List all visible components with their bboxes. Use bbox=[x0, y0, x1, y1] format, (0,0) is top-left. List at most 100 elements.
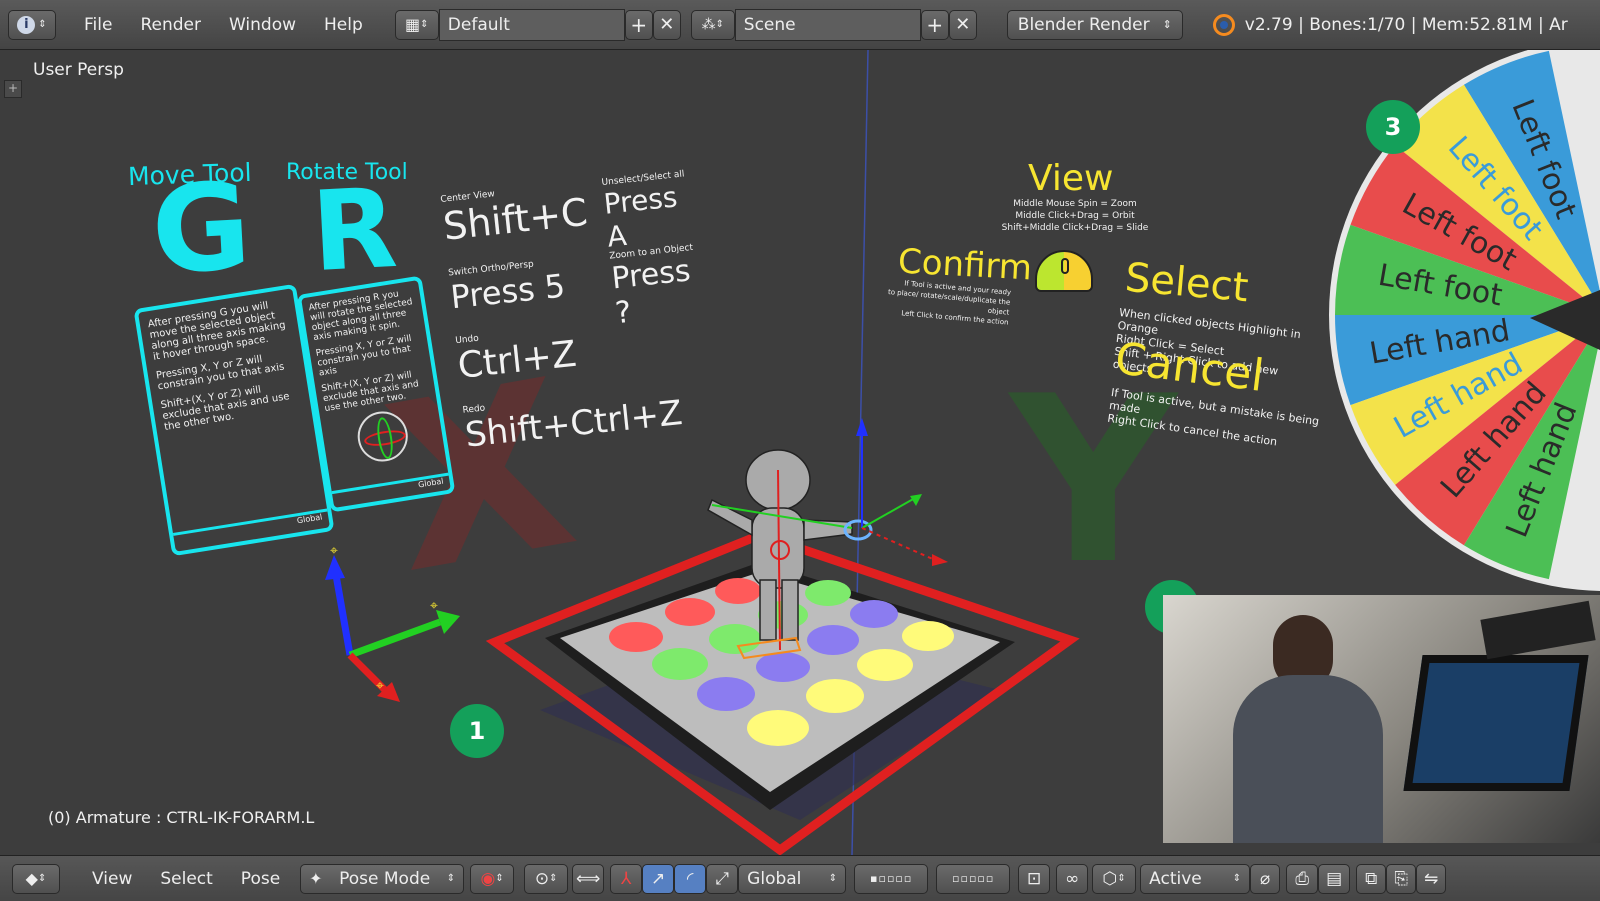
viewport-shading-dropdown[interactable]: ◉ ⇕ bbox=[470, 863, 515, 894]
render-engine-dropdown[interactable]: Blender Render ⇕ bbox=[1006, 9, 1183, 40]
delete-scene-button[interactable]: ✕ bbox=[948, 9, 977, 40]
view-instructions: Middle Mouse Spin = Zoom Middle Click+Dr… bbox=[1000, 198, 1150, 234]
copy-icon: ⧉ bbox=[1365, 868, 1378, 889]
scene-field[interactable]: Scene bbox=[734, 8, 921, 41]
3d-viewport[interactable]: User Persp + X Y ⌖ ⌖ ⌖ Left foot Left fo… bbox=[0, 50, 1600, 855]
view-title: View bbox=[1028, 158, 1114, 199]
menu-file[interactable]: File bbox=[84, 15, 112, 35]
snap-target-dropdown[interactable]: Active ⇕ bbox=[1140, 863, 1251, 894]
move-manipulator-button[interactable]: ↗ bbox=[642, 863, 675, 894]
pivot-icon: ⊙ bbox=[534, 868, 550, 889]
svg-text:⌖: ⌖ bbox=[430, 598, 438, 614]
add-layout-button[interactable]: + bbox=[624, 9, 653, 40]
paste-pose-button[interactable]: ⎘ bbox=[1386, 863, 1417, 894]
svg-text:⌖: ⌖ bbox=[330, 543, 338, 559]
shading-icon: ◉ bbox=[480, 868, 496, 889]
plus-icon: + bbox=[926, 12, 944, 37]
mode-label: Pose Mode bbox=[339, 868, 431, 889]
info-icon: i bbox=[17, 15, 36, 34]
lock-icon: ⊡ bbox=[1027, 868, 1042, 889]
mini-global-label: Global bbox=[296, 512, 323, 526]
view-line: Shift+Middle Click+Drag = Slide bbox=[1001, 223, 1149, 233]
layer-buttons-1[interactable]: ▪▫▫▫▫ bbox=[854, 863, 929, 894]
snap-target-label: Active bbox=[1149, 868, 1202, 889]
3d-view-header: ◆ ⇕ View Select Pose ✦ Pose Mode ⇕ ◉ ⇕ ⊙ ⇕ … bbox=[0, 855, 1600, 901]
person-silhouette bbox=[1233, 615, 1383, 843]
rotate-arc-icon: ◜ bbox=[686, 868, 694, 889]
step-badge-3: 3 bbox=[1366, 100, 1420, 154]
camera-icon: ⎙ bbox=[1295, 868, 1309, 889]
r-key-letter: R bbox=[308, 163, 400, 297]
info-header: i ⇕ File Render Window Help ▦ ⇕ Default +… bbox=[0, 0, 1600, 50]
delete-layout-button[interactable]: ✕ bbox=[652, 9, 681, 40]
axes-icon: ⅄ bbox=[620, 868, 632, 889]
scale-manipulator-button[interactable]: ⤢ bbox=[706, 863, 739, 894]
copy-pose-button[interactable]: ⧉ bbox=[1356, 863, 1387, 894]
layer-buttons-2[interactable]: ▫▫▫▫▫ bbox=[936, 863, 1011, 894]
updown-arrows-icon: ⇕ bbox=[1232, 873, 1242, 884]
paste-flipped-button[interactable]: ⇋ bbox=[1416, 863, 1447, 894]
link-icon: ∞ bbox=[1065, 868, 1080, 889]
step-badge-1: 1 bbox=[450, 704, 504, 758]
drawing-tablet-screen bbox=[1403, 655, 1589, 791]
transform-orientation-dropdown[interactable]: Global ⇕ bbox=[738, 863, 847, 894]
view-line: Middle Mouse Spin = Zoom bbox=[1013, 199, 1137, 209]
menu-select[interactable]: Select bbox=[160, 869, 212, 889]
scene-select-button[interactable]: ⁂ ⇕ bbox=[690, 9, 735, 40]
snap-toggle[interactable]: ⌀ bbox=[1250, 863, 1281, 894]
rotate-gizmo-icon bbox=[354, 407, 412, 466]
scene-stats: v2.79 | Bones:1/70 | Mem:52.81M | Ar bbox=[1244, 14, 1568, 35]
shortcut-list: Center View Shift+C Unselect/Select all … bbox=[440, 168, 726, 455]
layout-grid-icon: ▦ bbox=[405, 15, 421, 34]
layers-icon: ▪▫▫▫▫ bbox=[870, 872, 913, 885]
scene-icon: ⁂ bbox=[701, 16, 716, 33]
close-icon: ✕ bbox=[955, 14, 971, 35]
orientation-label: Global bbox=[747, 868, 802, 889]
menu-render[interactable]: Render bbox=[140, 15, 201, 35]
snap-element-dropdown[interactable]: ⬡ ⇕ bbox=[1092, 863, 1137, 894]
render-animation-button[interactable]: ▤ bbox=[1318, 863, 1351, 894]
manipulator-icon: ⟺ bbox=[575, 868, 601, 889]
paste-icon: ⎘ bbox=[1394, 868, 1408, 889]
screen-layout-button[interactable]: ▦ ⇕ bbox=[394, 9, 439, 40]
lock-camera-button[interactable]: ⊡ bbox=[1018, 863, 1051, 894]
flip-icon: ⇋ bbox=[1424, 868, 1439, 889]
menu-view[interactable]: View bbox=[92, 869, 132, 889]
screen-layout-name: Default bbox=[447, 14, 510, 35]
menu-window[interactable]: Window bbox=[229, 15, 296, 35]
proportional-edit-button[interactable]: ∞ bbox=[1056, 863, 1089, 894]
editor-type-button[interactable]: i ⇕ bbox=[8, 9, 56, 40]
rotate-manipulator-button[interactable]: ◜ bbox=[674, 863, 707, 894]
manipulator-toggle[interactable]: ⟺ bbox=[572, 863, 605, 894]
view-line: Middle Click+Drag = Orbit bbox=[1015, 211, 1135, 221]
scale-icon: ⤢ bbox=[715, 868, 729, 889]
updown-arrows-icon: ⇕ bbox=[446, 873, 456, 884]
keyboard bbox=[1480, 600, 1596, 660]
menu-help[interactable]: Help bbox=[324, 15, 363, 35]
pose-mode-icon: ✦ bbox=[309, 869, 323, 888]
updown-arrows-icon: ⇕ bbox=[38, 19, 47, 30]
updown-arrows-icon: ⇕ bbox=[828, 873, 838, 884]
webcam-feed bbox=[1163, 595, 1600, 843]
layers-icon: ▫▫▫▫▫ bbox=[952, 872, 995, 885]
screen-layout-field[interactable]: Default bbox=[438, 8, 625, 41]
render-image-button[interactable]: ⎙ bbox=[1286, 863, 1319, 894]
transform-gizmo[interactable] bbox=[856, 418, 948, 566]
magnet-icon: ⌀ bbox=[1260, 868, 1271, 889]
translate-manipulator-button[interactable]: ⅄ bbox=[610, 863, 643, 894]
scene-name: Scene bbox=[743, 14, 796, 35]
svg-text:⌖: ⌖ bbox=[376, 678, 384, 694]
snap-icon: ⬡ bbox=[1102, 868, 1118, 889]
arrow-icon: ↗ bbox=[651, 868, 666, 889]
mini-global-label-2: Global bbox=[417, 476, 445, 490]
editor-type-button-3d[interactable]: ◆ ⇕ bbox=[12, 863, 60, 894]
render-engine-label: Blender Render bbox=[1017, 14, 1150, 35]
g-key-letter: G bbox=[148, 157, 255, 302]
close-icon: ✕ bbox=[659, 14, 675, 35]
pivot-point-dropdown[interactable]: ⊙ ⇕ bbox=[524, 863, 569, 894]
updown-arrows-icon: ⇕ bbox=[1162, 18, 1172, 31]
shortcut-keys: Press ? bbox=[609, 253, 693, 332]
menu-pose[interactable]: Pose bbox=[241, 869, 280, 889]
add-scene-button[interactable]: + bbox=[920, 9, 949, 40]
mode-dropdown[interactable]: ✦ Pose Mode ⇕ bbox=[300, 863, 465, 894]
